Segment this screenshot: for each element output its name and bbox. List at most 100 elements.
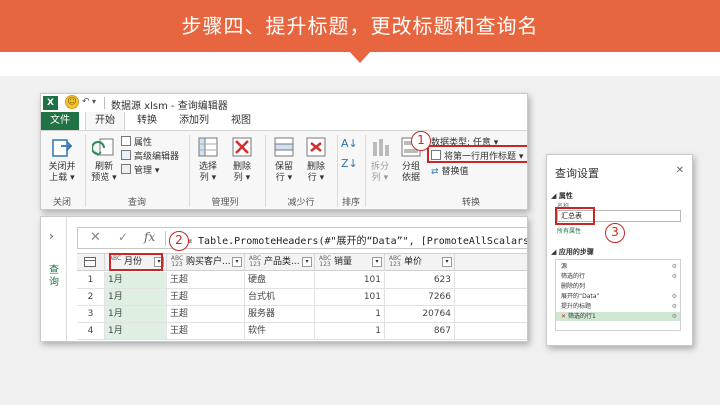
sort-descending-icon[interactable]: Z↓ — [341, 157, 358, 170]
keep-rows-button[interactable]: 保留 行 ▾ — [267, 162, 301, 184]
list-item[interactable]: 源 ⚙ — [556, 262, 680, 271]
group-by-button[interactable]: 分组 依据 — [394, 162, 428, 184]
formula-input[interactable]: = Table.PromoteHeaders(#"展开的“Data”", [Pr… — [186, 232, 527, 247]
quick-access-dropdown-icon[interactable]: ▾ — [92, 97, 96, 106]
replace-values-button[interactable]: ⇄ 替换值 — [431, 164, 469, 177]
gear-icon[interactable]: ⚙ — [672, 302, 677, 311]
column-header-label: 购买客户... — [186, 257, 231, 267]
banner-pointer — [349, 51, 371, 63]
column-filter-dropdown-icon[interactable]: ▾ — [302, 257, 312, 267]
queries-pane-collapsed: › 查询 — [41, 217, 67, 341]
cell-unit-price[interactable]: 867 — [385, 323, 455, 339]
undo-icon[interactable]: ↶ — [82, 97, 90, 107]
list-item[interactable]: 展开的“Data” ⚙ — [556, 292, 680, 301]
slide-title: 步骤四、提升标题，更改标题和查询名 — [181, 14, 539, 38]
list-item-selected[interactable]: ✕ 筛选的行1 ⚙ — [556, 312, 680, 321]
column-header-quantity[interactable]: ABC 123 销量 ▾ — [315, 254, 385, 271]
split-col-line1: 拆分 — [370, 162, 389, 172]
close-load-button[interactable]: 关闭并 上载 ▾ — [43, 162, 81, 184]
table-row[interactable]: 1 1月 王超 硬盘 101 623 — [77, 272, 527, 289]
cell-product[interactable]: 服务器 — [245, 306, 315, 322]
close-icon[interactable]: ✕ — [676, 165, 684, 176]
cell-product[interactable]: 硬盘 — [245, 272, 315, 288]
ribbon-body: 关闭并 上载 ▾ 关闭 刷新 预览 ▾ 属性 高级编辑器 管理 ▾ 查询 选择 … — [41, 130, 527, 209]
ribbon-tab-row: 文件 开始 转换 添加列 视图 — [41, 112, 527, 130]
group-separator — [265, 135, 266, 207]
title-bar: X ☺ ↶ ▾ 数据源 xlsm - 查询编辑器 — [41, 94, 527, 112]
list-item[interactable]: 提升的标题 ⚙ — [556, 302, 680, 311]
cell-month[interactable]: 1月 — [105, 289, 167, 305]
column-filter-dropdown-icon[interactable]: ▾ — [442, 257, 452, 267]
all-properties-link[interactable]: 所有属性 — [557, 226, 581, 235]
properties-button[interactable]: 属性 — [121, 135, 152, 148]
cell-customer[interactable]: 王超 — [167, 323, 245, 339]
tab-view[interactable]: 视图 — [221, 112, 261, 130]
choose-columns-button[interactable]: 选择 列 ▾ — [191, 162, 225, 184]
refresh-preview-button[interactable]: 刷新 预览 ▾ — [87, 162, 121, 184]
split-column-button[interactable]: 拆分 列 ▾ — [364, 162, 396, 184]
advanced-editor-button[interactable]: 高级编辑器 — [121, 149, 179, 162]
cell-product[interactable]: 软件 — [245, 323, 315, 339]
table-row[interactable]: 3 1月 王超 服务器 1 20764 — [77, 306, 527, 323]
cell-unit-price[interactable]: 20764 — [385, 306, 455, 322]
cell-product[interactable]: 台式机 — [245, 289, 315, 305]
query-editor-ribbon-window: X ☺ ↶ ▾ 数据源 xlsm - 查询编辑器 文件 开始 转换 添加列 视图… — [40, 93, 528, 210]
cell-month[interactable]: 1月 — [105, 306, 167, 322]
keep-rows-line1: 保留 — [274, 162, 293, 172]
manage-button[interactable]: 管理 ▾ — [121, 163, 159, 176]
highlight-query-name — [555, 207, 595, 225]
chevron-right-icon[interactable]: › — [49, 229, 54, 243]
tab-transform[interactable]: 转换 — [127, 112, 167, 130]
keep-rows-line2: 行 — [275, 173, 285, 183]
column-filter-dropdown-icon[interactable]: ▾ — [372, 257, 382, 267]
tab-add-column[interactable]: 添加列 — [169, 112, 219, 130]
column-header-customer[interactable]: ABC 123 购买客户... ▾ — [167, 254, 245, 271]
cell-unit-price[interactable]: 623 — [385, 272, 455, 288]
cell-quantity[interactable]: 101 — [315, 289, 385, 305]
cell-month[interactable]: 1月 — [105, 272, 167, 288]
confirm-formula-icon[interactable]: ✓ — [118, 230, 128, 244]
choose-cols-line2: 列 — [199, 173, 209, 183]
step-badge-3: 3 — [605, 223, 625, 243]
cell-quantity[interactable]: 101 — [315, 272, 385, 288]
table-row[interactable]: 2 1月 王超 台式机 101 7266 — [77, 289, 527, 306]
split-col-line2: 列 — [371, 173, 381, 183]
queries-side-label[interactable]: 查询 — [47, 265, 61, 289]
sort-ascending-icon[interactable]: A↓ — [341, 137, 358, 150]
cell-quantity[interactable]: 1 — [315, 323, 385, 339]
column-header-unit-price[interactable]: ABC 123 单价 ▾ — [385, 254, 455, 271]
gear-icon[interactable]: ⚙ — [672, 312, 677, 321]
remove-columns-button[interactable]: 删除 列 ▾ — [225, 162, 259, 184]
highlight-month-header — [109, 253, 163, 271]
column-header-product-category[interactable]: ABC 123 产品类... ▾ — [245, 254, 315, 271]
list-item[interactable]: 删除的列 — [556, 282, 680, 291]
column-filter-dropdown-icon[interactable]: ▾ — [232, 257, 242, 267]
step-label: 筛选的行1 — [568, 313, 596, 320]
cell-customer[interactable]: 王超 — [167, 272, 245, 288]
cell-customer[interactable]: 王超 — [167, 289, 245, 305]
delete-step-icon[interactable]: ✕ — [561, 313, 566, 320]
step-badge-2: 2 — [169, 231, 189, 251]
gear-icon[interactable]: ⚙ — [672, 262, 677, 271]
tab-file[interactable]: 文件 — [41, 112, 79, 130]
gear-icon[interactable]: ⚙ — [672, 272, 677, 281]
column-type-tag: ABC 123 — [318, 255, 332, 268]
remove-rows-line1: 删除 — [306, 162, 325, 172]
step-label: 提升的标题 — [561, 303, 592, 310]
group-label-query: 查询 — [127, 198, 146, 208]
grid-corner-icon[interactable] — [77, 254, 105, 271]
table-row[interactable]: 4 1月 王超 软件 1 867 — [77, 323, 527, 340]
step-label: 源 — [561, 263, 568, 270]
gear-icon[interactable]: ⚙ — [672, 292, 677, 301]
cell-month[interactable]: 1月 — [105, 323, 167, 339]
remove-rows-button[interactable]: 删除 行 ▾ — [299, 162, 333, 184]
cancel-formula-icon[interactable]: ✕ — [90, 230, 101, 245]
title-separator — [104, 97, 105, 109]
cell-quantity[interactable]: 1 — [315, 306, 385, 322]
list-item[interactable]: 筛选的行 ⚙ — [556, 272, 680, 281]
smiley-feedback-icon[interactable]: ☺ — [65, 95, 79, 109]
tab-home[interactable]: 开始 — [85, 112, 125, 130]
cell-customer[interactable]: 王超 — [167, 306, 245, 322]
remove-cols-line2: 列 — [233, 173, 243, 183]
cell-unit-price[interactable]: 7266 — [385, 289, 455, 305]
